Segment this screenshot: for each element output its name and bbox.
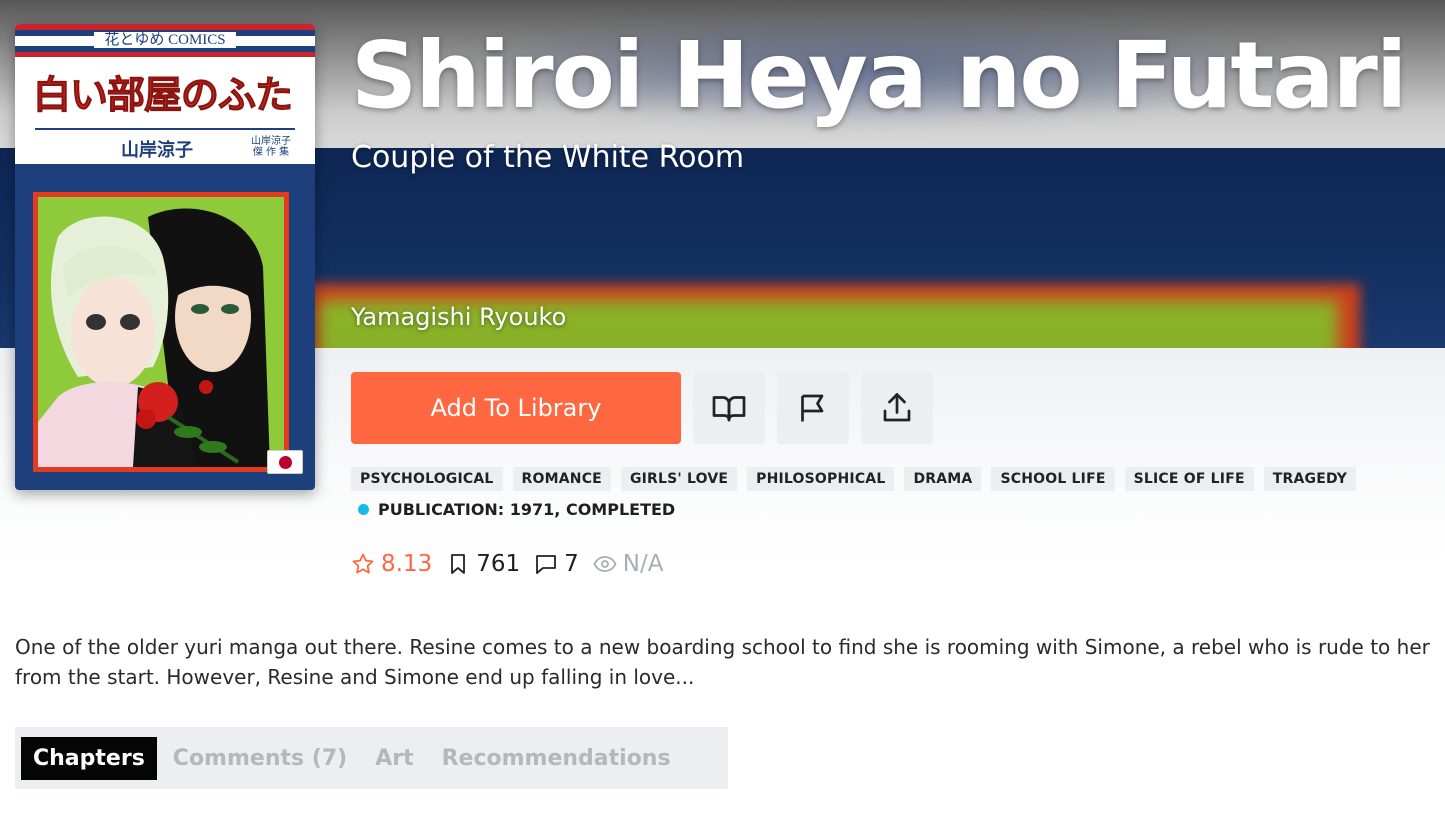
read-button[interactable] [693,372,765,444]
share-icon [883,393,911,422]
bookmark-icon [451,554,466,574]
tag-slice-of-life[interactable]: SLICE OF LIFE [1124,467,1254,491]
report-button[interactable] [777,372,849,444]
follows-value: 761 [476,551,521,577]
tag-romance[interactable]: ROMANCE [512,467,611,491]
book-open-icon [712,396,746,422]
cover-art-frame [33,192,289,472]
cover-imprint: 花とゆめ COMICS [15,28,315,49]
cover-stripe [15,52,315,57]
tab-art[interactable]: Art [363,737,425,780]
cover-illustration [38,197,284,467]
alt-title: Couple of the White Room [351,140,745,175]
publication-label: PUBLICATION: 1971, COMPLETED [378,500,676,519]
comments-value: 7 [564,551,579,577]
rating-value: 8.13 [381,551,433,577]
stats-bar: 8.13 761 7 N/A [351,551,677,577]
tag-tragedy[interactable]: TRAGEDY [1263,467,1357,491]
views-value: N/A [622,551,664,577]
share-button[interactable] [861,372,933,444]
publication-status: PUBLICATION: 1971, COMPLETED [358,500,675,519]
comment-icon [536,555,557,574]
genre-tags: PSYCHOLOGICAL ROMANCE GIRLS' LOVE PHILOS… [351,467,1357,491]
follows-stat[interactable]: 761 [446,551,520,577]
tag-school-life[interactable]: SCHOOL LIFE [991,467,1115,491]
cover-title: 白い部屋のふたり [33,72,297,117]
add-to-library-button[interactable]: Add To Library [351,372,681,444]
comments-stat[interactable]: 7 [534,551,579,577]
eye-icon [593,556,617,572]
cover-series-line: 傑 作 集 [252,147,290,158]
tab-comments[interactable]: Comments (7) [161,737,359,780]
description: One of the older yuri manga out there. R… [15,635,1430,689]
tab-recommendations[interactable]: Recommendations [430,737,683,780]
page-title: Shiroi Heya no Futari [351,22,1407,129]
status-dot-icon [358,504,369,515]
cover-illustration-drawing [38,197,284,467]
content-tabs: Chapters Comments (7) Art Recommendation… [15,727,728,789]
rating-stat[interactable]: 8.13 [351,551,432,577]
author-link[interactable]: Yamagishi Ryouko [351,303,566,331]
tab-chapters[interactable]: Chapters [21,736,157,780]
tag-drama[interactable]: DRAMA [904,467,982,491]
views-stat: N/A [593,551,664,577]
tag-girls-love[interactable]: GIRLS' LOVE [620,467,738,491]
japan-flag-icon [267,450,303,474]
cover-series-line: 山岸涼子 [251,136,291,147]
tag-psychological[interactable]: PSYCHOLOGICAL [351,467,503,491]
cover-author: 山岸涼子 [121,140,193,161]
cover-series: 山岸涼子 傑 作 集 [247,136,295,158]
cover-band [15,164,315,192]
tag-philosophical[interactable]: PHILOSOPHICAL [747,467,895,491]
cover-image[interactable]: 花とゆめ COMICS 白い部屋のふたり 山岸涼子 山岸涼子 傑 作 集 [15,24,315,490]
flag-icon [801,394,824,422]
star-icon [352,553,374,574]
cover-rule [35,128,295,130]
